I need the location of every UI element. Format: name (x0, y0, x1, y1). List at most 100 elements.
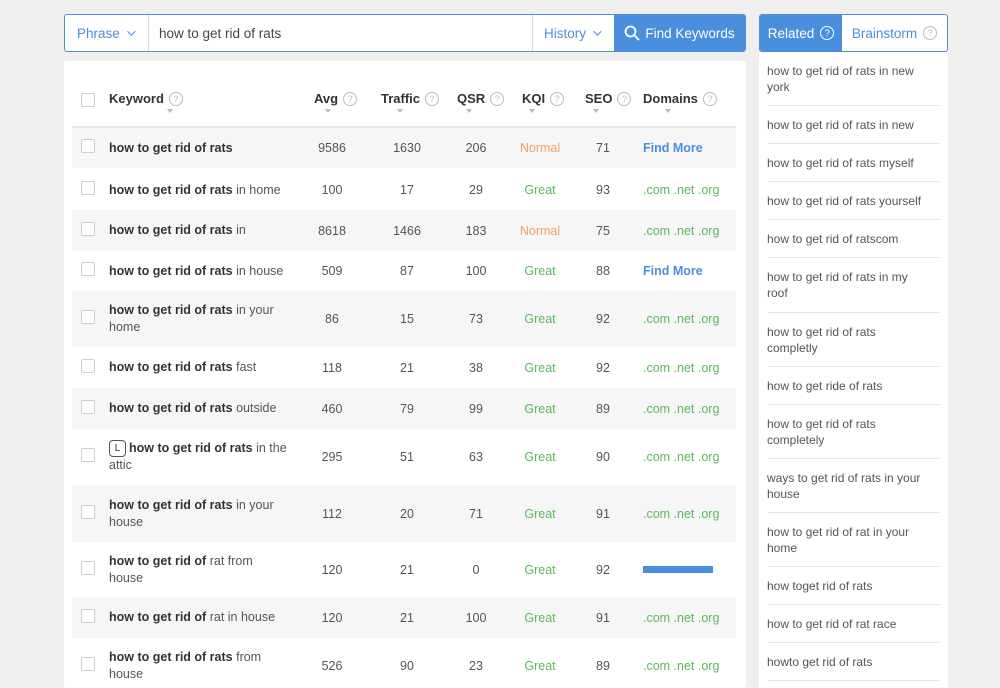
avg-cell: 100 (321, 183, 343, 197)
keyword-cell[interactable]: how to get rid of rat from house (109, 542, 289, 597)
related-keyword-text: how to get rid of rats in new york (767, 63, 914, 94)
sort-caret-icon[interactable] (593, 109, 599, 113)
related-keyword-item[interactable]: how to get rid of rats in my roof (767, 258, 940, 313)
domain-availability[interactable]: .com .net .org (643, 450, 719, 464)
sort-caret-icon[interactable] (529, 109, 535, 113)
related-keywords-list: how to get rid of rats in new york how to… (759, 52, 948, 688)
domain-availability[interactable]: .com .net .org (643, 402, 719, 416)
keyword-cell[interactable]: how to get rid of rats in home (109, 170, 289, 210)
related-keyword-text: how to get rid of rats in my roof (767, 270, 908, 300)
row-checkbox[interactable] (81, 400, 95, 414)
sort-caret-icon[interactable] (397, 109, 403, 113)
related-keyword-item[interactable]: how to get rid of rat race (767, 605, 940, 643)
related-keyword-item[interactable]: how to get rid of rats in new (767, 106, 940, 144)
row-checkbox[interactable] (81, 657, 95, 671)
sort-caret-icon[interactable] (665, 109, 671, 113)
seo-cell: 92 (596, 360, 610, 375)
seo-cell: 90 (596, 450, 610, 464)
column-header-domains[interactable]: Domains? (643, 91, 717, 106)
related-keyword-item[interactable]: ways to get rid of rats in your house (767, 459, 940, 513)
keyword-cell[interactable]: how to get rid of rats fast (109, 347, 289, 388)
select-all-checkbox[interactable] (81, 93, 95, 107)
seo-cell: 88 (596, 264, 610, 278)
domain-availability[interactable]: .com .net .org (643, 611, 719, 625)
related-keyword-text: howto get rid of rats (767, 654, 873, 669)
traffic-cell: 90 (400, 659, 414, 673)
row-checkbox[interactable] (81, 609, 95, 623)
help-icon[interactable]: ? (168, 91, 183, 106)
column-header-avg[interactable]: Avg? (314, 91, 358, 106)
keyword-suffix: outside (236, 401, 277, 415)
related-keyword-item[interactable]: how to get rid of ratscom (767, 220, 940, 258)
column-header-seo[interactable]: SEO? (585, 91, 632, 106)
keyword-cell[interactable]: how to get rid of rats in your house (109, 485, 289, 542)
domain-availability[interactable]: .com .net .org (643, 312, 719, 326)
avg-cell: 120 (321, 562, 343, 577)
domain-availability[interactable]: .com .net .org (643, 183, 719, 197)
column-header-traffic[interactable]: Traffic? (381, 91, 440, 106)
related-keyword-item[interactable]: how to get rid of rats in new york (767, 52, 940, 106)
row-checkbox[interactable] (81, 262, 95, 276)
domains-loading-bar (643, 566, 713, 573)
sort-caret-icon[interactable] (167, 109, 173, 113)
match-type-dropdown[interactable]: Phrase (65, 15, 149, 51)
sort-caret-icon[interactable] (325, 109, 331, 113)
related-keyword-item[interactable]: how to get ride of rats (767, 367, 940, 405)
traffic-cell: 21 (400, 562, 414, 577)
help-icon[interactable]: ? (820, 26, 835, 40)
help-icon[interactable]: ? (617, 91, 632, 106)
find-more-link[interactable]: Find More (643, 141, 703, 155)
row-checkbox[interactable] (81, 139, 95, 153)
keyword-cell[interactable]: Lhow to get rid of rats in the attic (109, 429, 289, 485)
row-checkbox[interactable] (81, 561, 95, 575)
keyword-search-input[interactable] (149, 15, 532, 51)
row-checkbox[interactable] (81, 310, 95, 324)
keyword-cell[interactable]: how to get rid of rats from house (109, 638, 289, 688)
keyword-cell[interactable]: how to get rid of rats in house (109, 251, 289, 291)
keyword-match: how to get rid of rats (109, 650, 233, 664)
help-icon[interactable]: ? (425, 91, 440, 106)
help-icon[interactable]: ? (702, 91, 717, 106)
related-keyword-item[interactable]: howto get rid of rats (767, 643, 940, 681)
row-checkbox[interactable] (81, 222, 95, 236)
keyword-cell[interactable]: how to get rid of rats outside (109, 388, 289, 429)
domains-cell: .com .net .org (643, 638, 733, 688)
keyword-cell[interactable]: how to get rid of rats in your home (109, 291, 289, 347)
keyword-cell[interactable]: how to get rid of rats in (109, 210, 289, 251)
related-keyword-item[interactable]: how to get rid of rats completely (767, 405, 940, 459)
related-keyword-text: how to get rid of rats completely (767, 416, 876, 447)
related-keyword-item[interactable]: how to get rid of rats completly (767, 313, 940, 367)
domain-availability[interactable]: .com .net .org (643, 507, 719, 521)
kqi-cell: Great (524, 450, 556, 464)
row-checkbox[interactable] (81, 359, 95, 373)
domain-availability[interactable]: .com .net .org (643, 361, 719, 375)
related-keyword-item[interactable]: how to get rid of rats yourself (767, 182, 940, 220)
row-checkbox[interactable] (81, 505, 95, 519)
sort-caret-icon[interactable] (466, 109, 472, 113)
domains-cell: .com .net .org (643, 388, 733, 429)
history-dropdown[interactable]: History (532, 15, 614, 51)
help-icon[interactable]: ? (550, 91, 565, 106)
traffic-cell: 51 (400, 450, 414, 464)
keyword-cell[interactable]: how to get rid of rats (109, 128, 289, 168)
help-icon[interactable]: ? (343, 91, 358, 106)
related-keyword-item[interactable]: how toget rid of rats (767, 567, 940, 605)
related-keyword-item[interactable]: how to get rid of rat in your home (767, 513, 940, 567)
find-more-link[interactable]: Find More (643, 264, 703, 278)
keyword-cell[interactable]: how to get rid of rat in house (109, 597, 289, 638)
help-icon[interactable]: ? (490, 91, 505, 106)
help-icon[interactable]: ? (923, 26, 938, 40)
column-header-keyword[interactable]: Keyword? (109, 91, 183, 106)
column-header-kqi[interactable]: KQI? (522, 91, 565, 106)
domain-availability[interactable]: .com .net .org (643, 224, 719, 238)
kqi-cell: Great (524, 506, 556, 521)
domain-availability[interactable]: .com .net .org (643, 659, 719, 673)
find-keywords-button[interactable]: Find Keywords (614, 15, 745, 51)
column-header-qsr[interactable]: QSR? (457, 91, 505, 106)
tab-related[interactable]: Related ? (760, 15, 842, 51)
related-keyword-item[interactable]: how to get rid of rats myself (767, 144, 940, 182)
tab-brainstorm[interactable]: Brainstorm ? (842, 15, 947, 51)
seo-cell: 92 (596, 562, 610, 577)
row-checkbox[interactable] (81, 181, 95, 195)
row-checkbox[interactable] (81, 448, 95, 462)
